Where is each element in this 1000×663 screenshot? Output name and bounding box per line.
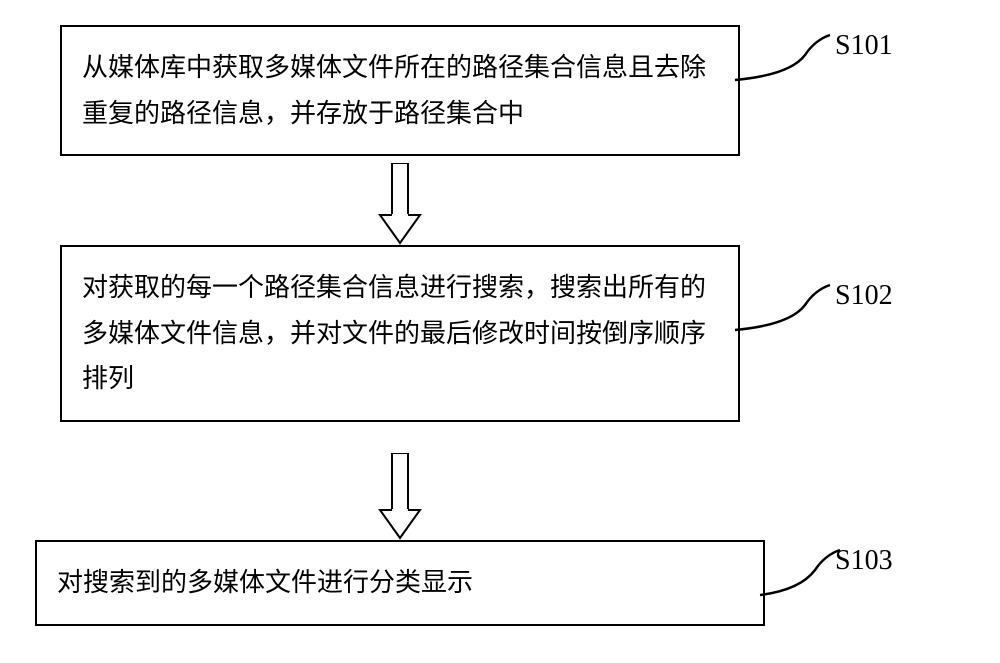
arrow-down-1 <box>376 163 424 245</box>
flow-step-3-text: 对搜索到的多媒体文件进行分类显示 <box>57 568 473 597</box>
step-label-2: S102 <box>835 280 893 312</box>
arrow-down-2 <box>376 453 424 540</box>
flow-step-1-text: 从媒体库中获取多媒体文件所在的路径集合信息且去除重复的路径信息，并存放于路径集合… <box>82 53 706 128</box>
connector-curve-1 <box>730 30 845 85</box>
step-label-3: S103 <box>835 545 893 577</box>
flowchart-container: 从媒体库中获取多媒体文件所在的路径集合信息且去除重复的路径信息，并存放于路径集合… <box>0 0 1000 663</box>
flow-step-2-text: 对获取的每一个路径集合信息进行搜索，搜索出所有的多媒体文件信息，并对文件的最后修… <box>82 273 706 393</box>
flow-step-3: 对搜索到的多媒体文件进行分类显示 <box>35 540 765 626</box>
step-label-1: S101 <box>835 30 893 62</box>
connector-curve-3 <box>755 545 845 600</box>
flow-step-2: 对获取的每一个路径集合信息进行搜索，搜索出所有的多媒体文件信息，并对文件的最后修… <box>60 245 740 422</box>
connector-curve-2 <box>730 280 845 335</box>
flow-step-1: 从媒体库中获取多媒体文件所在的路径集合信息且去除重复的路径信息，并存放于路径集合… <box>60 25 740 156</box>
